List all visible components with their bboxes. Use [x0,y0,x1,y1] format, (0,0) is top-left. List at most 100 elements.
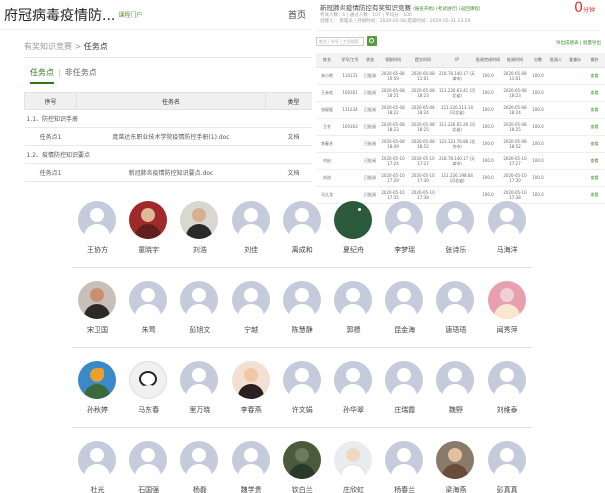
member-card[interactable]: 李春燕 [226,361,277,421]
member-name[interactable]: 离成和 [277,245,328,255]
member-name[interactable]: 里万晓 [174,405,225,415]
member-card[interactable]: 王协方 [72,201,123,261]
default-avatar-icon[interactable] [231,441,270,479]
member-name[interactable]: 闻秀萍 [482,325,533,335]
member-name[interactable]: 许文娟 [277,405,328,415]
default-avatar-icon[interactable] [436,281,475,319]
default-avatar-icon[interactable] [78,441,116,479]
member-name[interactable]: 魏学贵 [226,485,277,493]
avatar[interactable] [78,361,116,399]
member-name[interactable]: 孙秋婷 [72,405,123,415]
member-name[interactable]: 张诗乐 [430,245,481,255]
member-name[interactable]: 刘维泰 [482,405,533,415]
default-avatar-icon[interactable] [180,441,219,479]
member-name[interactable]: 杨磊 [174,485,225,493]
member-card[interactable]: 童晓宇 [123,201,174,261]
table-row[interactable]: 任务点1 庞菜达东职业技术学院疫情防控手册(1).doc 文档 [24,127,322,146]
member-card[interactable]: 离成和 [277,201,328,261]
member-name[interactable]: 梁海燕 [430,485,481,493]
tab-task-point[interactable]: 任务点 [30,67,54,84]
member-name[interactable]: 李春燕 [226,405,277,415]
default-avatar-icon[interactable] [436,361,475,399]
export-links[interactable]: 导出成绩表 | 批量导出 [556,40,601,46]
member-name[interactable]: 朱莺 [123,325,174,335]
default-avatar-icon[interactable] [282,361,321,399]
member-card[interactable]: 宁越 [226,281,277,341]
default-avatar-icon[interactable] [180,361,219,399]
search-icon[interactable] [367,36,377,46]
member-name[interactable]: 宁越 [226,325,277,335]
member-name[interactable]: 杨春兰 [379,485,430,493]
member-card[interactable]: 里万晓 [174,361,225,421]
default-avatar-icon[interactable] [334,281,372,319]
member-name[interactable]: 李梦瑶 [379,245,430,255]
avatar[interactable] [334,441,372,479]
member-card[interactable]: 闻秀萍 [482,281,533,341]
member-name[interactable]: 彭旭文 [174,325,225,335]
exam-title-tags[interactable]: (报名开始) (考试进行) (返回课程) [413,7,480,12]
member-name[interactable]: 马东春 [123,405,174,415]
search-input[interactable]: 姓名 / 学号 / 工号搜索 [316,37,364,46]
member-name[interactable]: 夏纪舟 [328,245,379,255]
member-card[interactable]: 刘维泰 [482,361,533,421]
view-link[interactable]: 查看 [584,101,605,119]
tab-non-task-point[interactable]: 非任务点 [65,68,97,77]
member-card[interactable]: 刘浩 [174,201,225,261]
member-card[interactable]: 庄欣虹 [328,441,379,493]
member-card[interactable]: 陈慧静 [277,281,328,341]
member-card[interactable]: 夏纪舟 [328,201,379,261]
member-card[interactable]: 彭真真 [482,441,533,493]
default-avatar-icon[interactable] [385,441,424,479]
view-link[interactable]: 查看 [584,67,605,85]
member-card[interactable]: 杨磊 [174,441,225,493]
member-card[interactable]: 宋卫国 [72,281,123,341]
default-avatar-icon[interactable] [385,281,424,319]
member-card[interactable]: 杨春兰 [379,441,430,493]
avatar[interactable] [129,361,168,399]
member-name[interactable]: 庄欣虹 [328,485,379,493]
nav-home[interactable]: 首页 [288,8,306,21]
member-card[interactable]: 李梦瑶 [379,201,430,261]
default-avatar-icon[interactable] [282,201,321,239]
member-name[interactable]: 昆金海 [379,325,430,335]
member-name[interactable]: 杜光 [72,485,123,493]
task-name-link[interactable]: 庞菜达东职业技术学院疫情防控手册(1).doc [76,127,266,146]
member-card[interactable]: 彭旭文 [174,281,225,341]
default-avatar-icon[interactable] [334,361,372,399]
member-card[interactable]: 孙华翠 [328,361,379,421]
member-name[interactable]: 宋卫国 [72,325,123,335]
member-card[interactable]: 石国强 [123,441,174,493]
member-name[interactable]: 马海洋 [482,245,533,255]
member-name[interactable]: 唐珸珸 [430,325,481,335]
breadcrumb-parent[interactable]: 有奖知识竞赛 [24,42,72,51]
member-name[interactable]: 石国强 [123,485,174,493]
task-name-link[interactable]: 新冠肺炎疫情防控知识要点.doc [76,163,266,182]
avatar[interactable] [180,201,219,239]
member-name[interactable]: 陈慧静 [277,325,328,335]
default-avatar-icon[interactable] [436,201,475,239]
default-avatar-icon[interactable] [487,361,526,399]
member-name[interactable]: 庄瑞霞 [379,405,430,415]
view-link[interactable]: 查看 [584,186,605,204]
default-avatar-icon[interactable] [487,201,526,239]
member-name[interactable]: 刘浩 [174,245,225,255]
site-title[interactable]: 府冠病毒疫情防... [4,5,115,25]
member-card[interactable]: 杜光 [72,441,123,493]
table-row[interactable]: 任务点1 新冠肺炎疫情防控知识要点.doc 文档 [24,163,322,182]
member-card[interactable]: 许文娟 [277,361,328,421]
default-avatar-icon[interactable] [385,201,424,239]
member-name[interactable]: 彭真真 [482,485,533,493]
avatar[interactable] [487,281,526,319]
avatar[interactable] [78,281,116,319]
default-avatar-icon[interactable] [282,281,321,319]
member-name[interactable]: 郭標 [328,325,379,335]
avatar[interactable] [129,201,168,239]
member-card[interactable]: 庄瑞霞 [379,361,430,421]
avatar[interactable] [282,441,321,479]
member-card[interactable]: 魏野 [430,361,481,421]
member-card[interactable]: 朱莺 [123,281,174,341]
avatar[interactable] [334,201,372,239]
avatar[interactable] [436,441,475,479]
view-link[interactable]: 查看 [584,152,605,170]
default-avatar-icon[interactable] [487,441,526,479]
